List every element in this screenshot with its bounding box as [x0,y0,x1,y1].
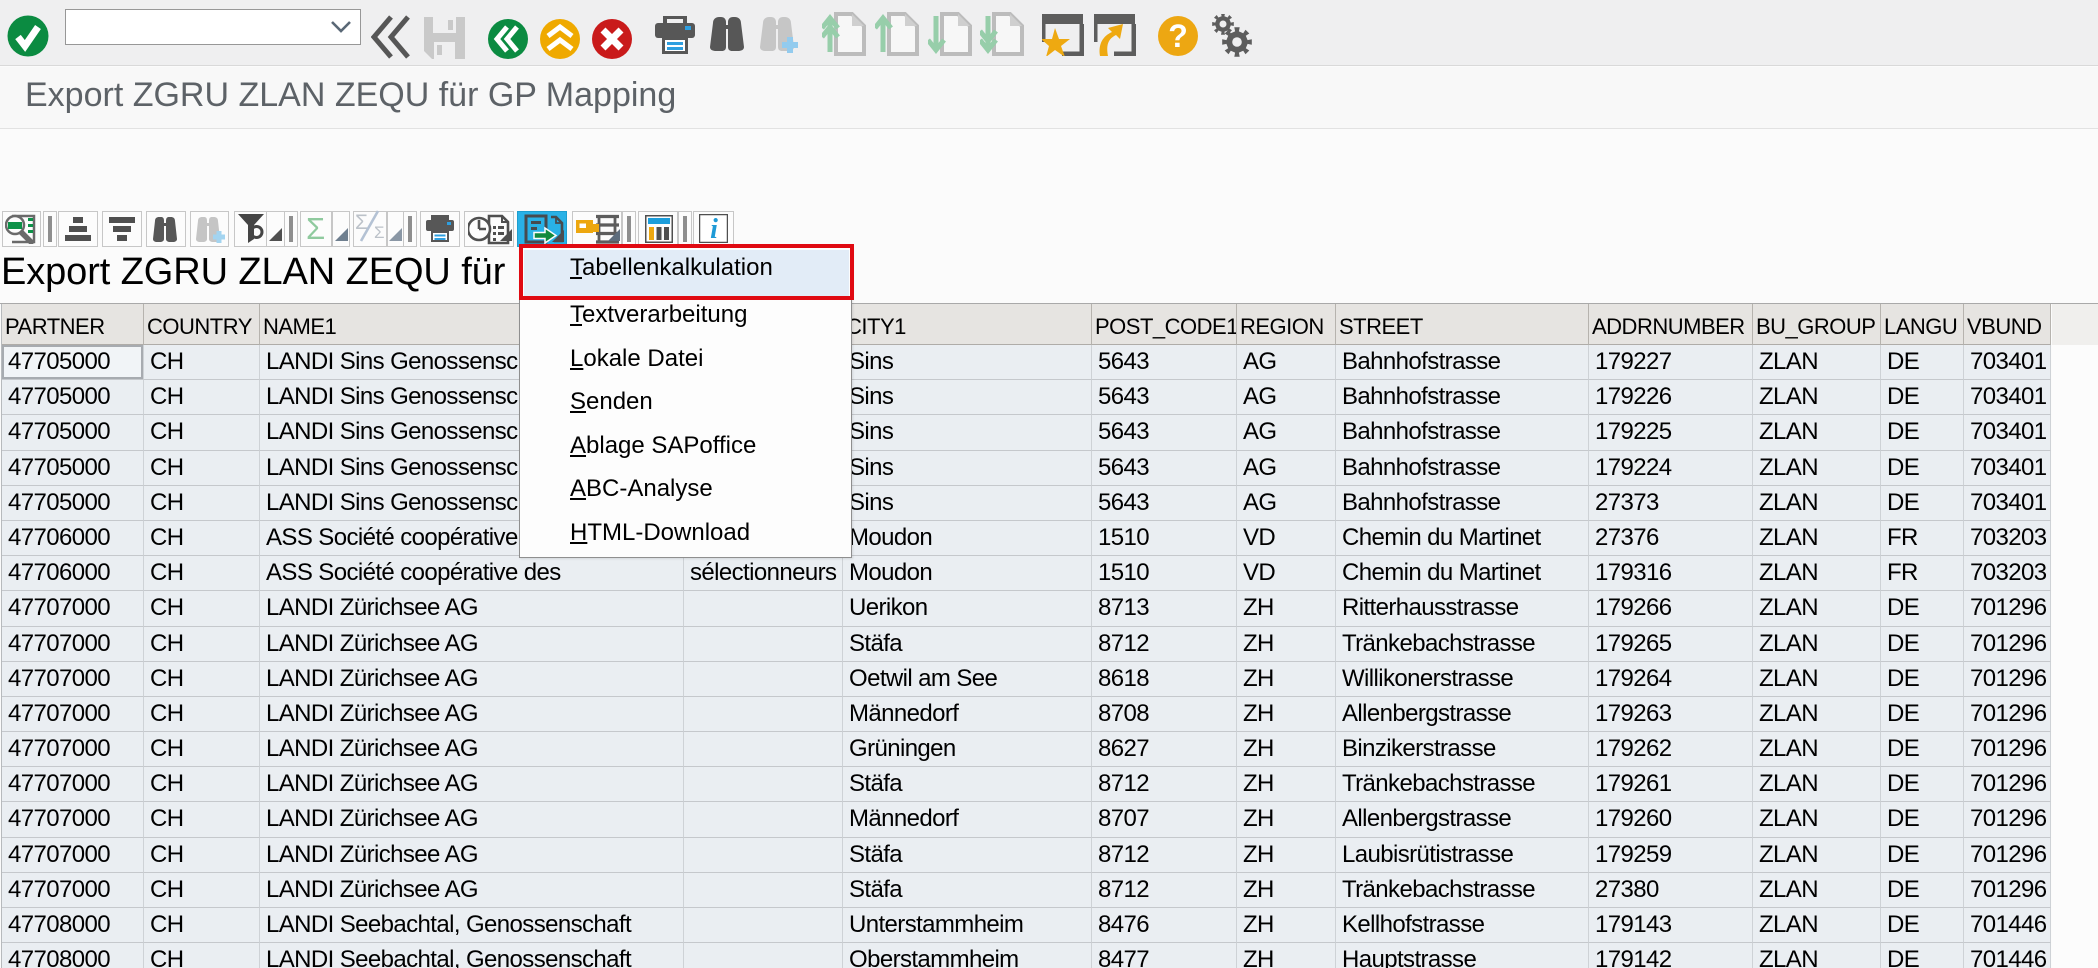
svg-text:i: i [710,214,718,243]
svg-text:?: ? [1168,18,1188,54]
